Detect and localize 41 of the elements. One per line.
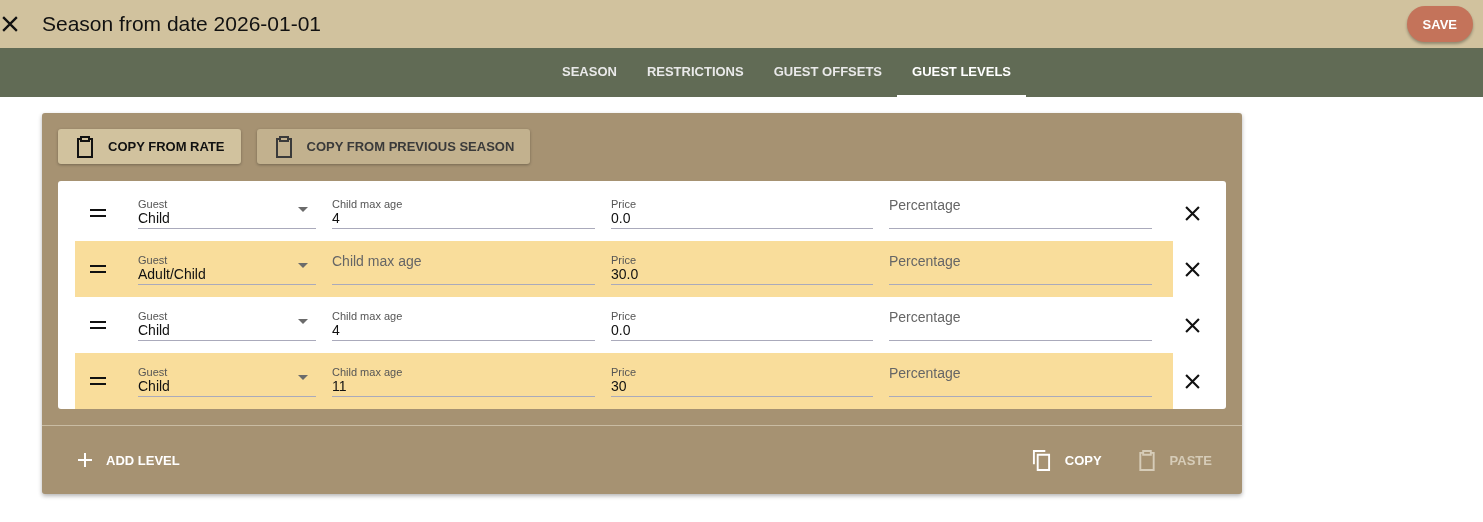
age-field[interactable]: Child max age (332, 241, 595, 285)
price-field[interactable]: Price 0.0 (611, 185, 873, 229)
guest-select[interactable]: Guest Child (138, 297, 316, 341)
tab[interactable]: RESTRICTIONS (631, 48, 759, 97)
tab[interactable]: GUEST LEVELS (897, 48, 1026, 97)
drag-handle-icon[interactable] (90, 209, 106, 217)
close-icon[interactable] (1185, 205, 1200, 221)
save-button[interactable]: SAVE (1406, 6, 1473, 42)
percentage-field[interactable]: Percentage (889, 241, 1152, 285)
drag-handle-icon[interactable] (90, 265, 106, 273)
percentage-field[interactable]: Percentage (889, 185, 1152, 229)
caret-icon (298, 319, 308, 324)
close-icon[interactable] (1185, 261, 1200, 277)
close-icon[interactable] (1185, 373, 1200, 389)
clipboard-icon (76, 135, 94, 158)
guest-select[interactable]: Guest Adult/Child (138, 241, 316, 285)
caret-icon (298, 263, 308, 268)
close-icon[interactable] (1185, 317, 1200, 333)
copy-icon (1031, 449, 1051, 471)
clipboard-icon (274, 135, 293, 158)
tab[interactable]: GUEST OFFSETS (758, 48, 898, 97)
caret-icon (298, 375, 308, 380)
plus-icon (78, 453, 92, 467)
guest-select[interactable]: Guest Child (138, 353, 316, 397)
tab[interactable]: SEASON (547, 48, 632, 97)
percentage-field[interactable]: Percentage (889, 353, 1152, 397)
caret-icon (298, 207, 308, 212)
age-field[interactable]: Child max age 4 (332, 297, 595, 341)
price-field[interactable]: Price 30.0 (611, 241, 873, 285)
age-field[interactable]: Child max age 11 (332, 353, 595, 397)
drag-handle-icon[interactable] (90, 377, 106, 385)
guest-select[interactable]: Guest Child (138, 185, 316, 229)
close-icon[interactable] (2, 16, 18, 32)
copy-button[interactable]: COPY FROM RATE (58, 129, 241, 164)
price-field[interactable]: Price 30 (611, 353, 873, 397)
window-title: Season from date 2026-01-01 (42, 12, 323, 36)
clipboard-icon (1137, 449, 1156, 471)
percentage-field[interactable]: Percentage (889, 297, 1152, 341)
drag-handle-icon[interactable] (90, 321, 106, 329)
price-field[interactable]: Price 0.0 (611, 297, 873, 341)
age-field[interactable]: Child max age 4 (332, 185, 595, 229)
